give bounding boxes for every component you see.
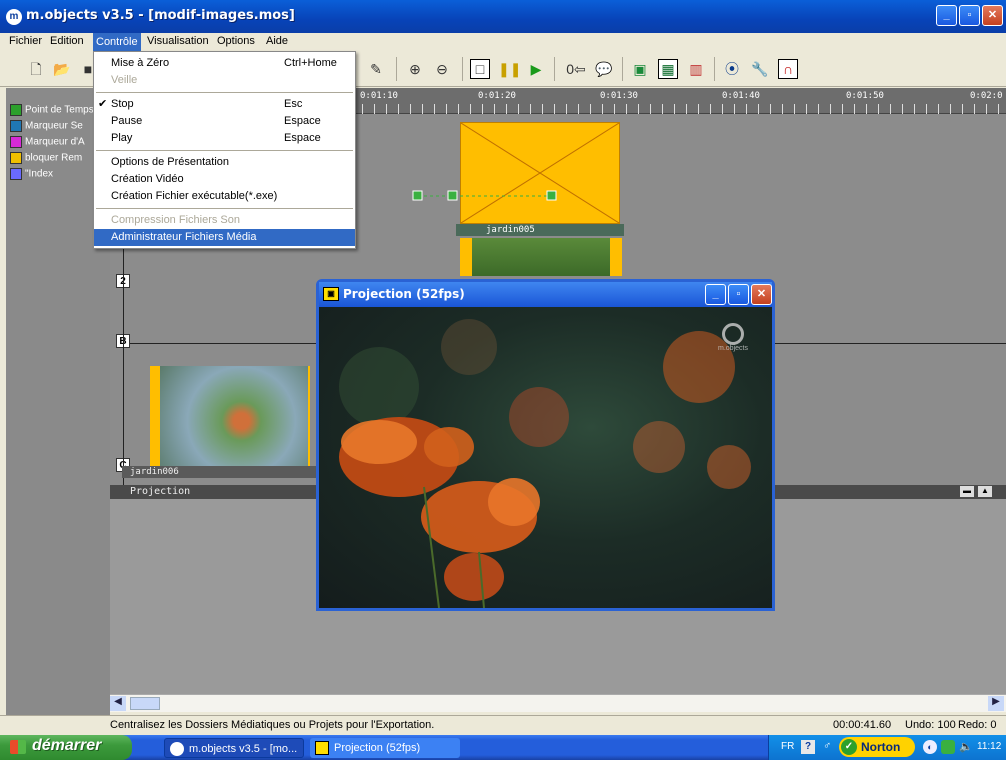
menu-create-video[interactable]: Création Vidéo [94, 171, 355, 188]
system-tray: FR ? ♂ ✓ Norton ◐ 🔈 11:12 [768, 735, 1006, 760]
close-button[interactable]: ✕ [982, 5, 1003, 26]
m-objects-logo: m.objects [713, 323, 753, 352]
reset-zero-icon[interactable]: 0⇦ [562, 59, 590, 79]
start-button[interactable]: démarrer [0, 735, 132, 760]
menu-visualisation[interactable]: Visualisation [147, 35, 209, 47]
task-projection[interactable]: Projection (52fps) [310, 738, 460, 758]
collapse-icon[interactable]: ▬ [960, 486, 974, 497]
clock: 11:12 [977, 741, 1002, 752]
clip-bottom-label: jardin006 [130, 467, 179, 477]
open-folder-icon[interactable]: 📂 [52, 59, 72, 79]
m-objects-icon [170, 742, 184, 756]
menu-create-exe[interactable]: Création Fichier exécutable(*.exe) [94, 188, 355, 205]
menu-presentation-options[interactable]: Options de Présentation [94, 154, 355, 171]
clip-bottom[interactable] [150, 366, 310, 466]
clip-top-label: jardin005 [486, 225, 535, 235]
scroll-thumb[interactable] [130, 697, 160, 710]
checkmark-icon: ✔ [98, 98, 108, 110]
projection-close-button[interactable]: ✕ [751, 284, 772, 305]
menu-compress-sound: Compression Fichiers Son [111, 214, 240, 226]
projection-icon [315, 741, 329, 755]
wrench-icon[interactable]: 🔧 [750, 59, 770, 79]
help-icon[interactable]: ? [801, 740, 815, 754]
menu-options[interactable]: Options [217, 35, 255, 47]
projection-minimize-button[interactable]: _ [705, 284, 726, 305]
scroll-right-icon[interactable]: ▶ [988, 696, 1004, 711]
clip-bottom-image [160, 366, 308, 466]
clip-top[interactable] [460, 122, 620, 224]
maximize-button[interactable]: ▫ [959, 5, 980, 26]
index-icon [10, 168, 22, 180]
norton-check-icon: ✓ [841, 739, 857, 755]
m-objects-icon: m [6, 9, 22, 25]
horizontal-scrollbar[interactable]: ◀ ▶ [110, 694, 1006, 712]
expand-icon[interactable]: ▲ [978, 486, 992, 497]
media-manager-icon[interactable]: ▦ [658, 59, 678, 79]
network-icon[interactable]: ◐ [923, 740, 937, 754]
title-bar[interactable]: m m.objects v3.5 - [modif-images.mos] _ … [0, 0, 1006, 33]
status-message: Centralisez les Dossiers Médiatiques ou … [110, 719, 435, 731]
keyframe-line[interactable] [410, 188, 560, 204]
zoom-in-icon[interactable]: ⊕ [405, 59, 425, 79]
arrow-down-icon [10, 104, 22, 116]
controle-dropdown: Mise à Zéro Ctrl+Home Veille ✔ Stop Esc Pau… [93, 51, 356, 249]
menu-play[interactable]: Play Espace [94, 130, 355, 147]
play-icon[interactable]: ▶ [526, 59, 546, 79]
menu-bar: Fichier Edition Contrôle Visualisation O… [0, 33, 1006, 51]
columns-icon[interactable]: ▥ [686, 59, 706, 79]
image-icon[interactable]: ▣ [630, 59, 650, 79]
security-icon[interactable] [941, 740, 955, 754]
norton-badge[interactable]: ✓ Norton [839, 737, 915, 757]
status-time: 00:00:41.60 [833, 719, 892, 731]
projection-icon: ▣ [323, 287, 339, 301]
zoom-out-icon[interactable]: ⊖ [432, 59, 452, 79]
clip-top-labelbar[interactable]: jardin005 [456, 224, 624, 236]
menu-pause[interactable]: Pause Espace [94, 113, 355, 130]
projection-title: Projection (52fps) [343, 287, 465, 301]
projection-window[interactable]: ▣ Projection (52fps) _ ▫ ✕ m.objects [316, 279, 775, 611]
x-marker-icon [10, 136, 22, 148]
language-indicator[interactable]: FR [781, 741, 794, 752]
clip-bottom-labelbar[interactable]: jardin006 [122, 466, 322, 478]
select-box-icon[interactable]: □ [470, 59, 490, 79]
volume-icon[interactable]: 🔈 [959, 740, 973, 753]
taskbar: démarrer m.objects v3.5 - [mo... Project… [0, 735, 1006, 760]
menu-veille: Veille [111, 74, 138, 86]
projection-title-bar[interactable]: ▣ Projection (52fps) _ ▫ ✕ [319, 282, 772, 307]
menu-edition[interactable]: Edition [50, 35, 84, 47]
status-redo: Redo: 0 [958, 719, 997, 731]
lock-icon [10, 152, 22, 164]
window-title: m.objects v3.5 - [modif-images.mos] [26, 8, 295, 23]
task-mobjects[interactable]: m.objects v3.5 - [mo... [164, 738, 304, 758]
projection-maximize-button[interactable]: ▫ [728, 284, 749, 305]
menu-fichier[interactable]: Fichier [9, 35, 42, 47]
status-undo: Undo: 100 [905, 719, 956, 731]
pause-icon[interactable]: ❚❚ [498, 59, 521, 79]
windows-flag-icon [10, 740, 26, 754]
pen-icon[interactable]: ✎ [366, 59, 386, 79]
scroll-left-icon[interactable]: ◀ [110, 696, 126, 711]
menu-media-manager[interactable]: Administrateur Fichiers Média [94, 229, 355, 246]
minimize-button[interactable]: _ [936, 5, 957, 26]
speech-icon[interactable]: 💬 [594, 59, 614, 79]
marker-icon [10, 120, 22, 132]
projection-strip-label: Projection [130, 486, 191, 497]
magnet-icon[interactable]: ∩ [778, 59, 798, 79]
dots-icon[interactable]: ⦿ [722, 59, 742, 79]
projection-image: m.objects [319, 307, 772, 608]
new-file-icon[interactable]: 🗋 [26, 59, 46, 79]
menu-aide[interactable]: Aide [266, 35, 288, 47]
status-bar: Centralisez les Dossiers Médiatiques ou … [0, 715, 1006, 735]
ime-icon[interactable]: ♂ [823, 740, 831, 752]
menu-reset-zero[interactable]: Mise à Zéro Ctrl+Home [94, 55, 355, 72]
clip-top-image[interactable] [460, 238, 622, 276]
menu-stop[interactable]: ✔ Stop Esc [94, 96, 355, 113]
menu-controle[interactable]: Contrôle [93, 33, 141, 51]
